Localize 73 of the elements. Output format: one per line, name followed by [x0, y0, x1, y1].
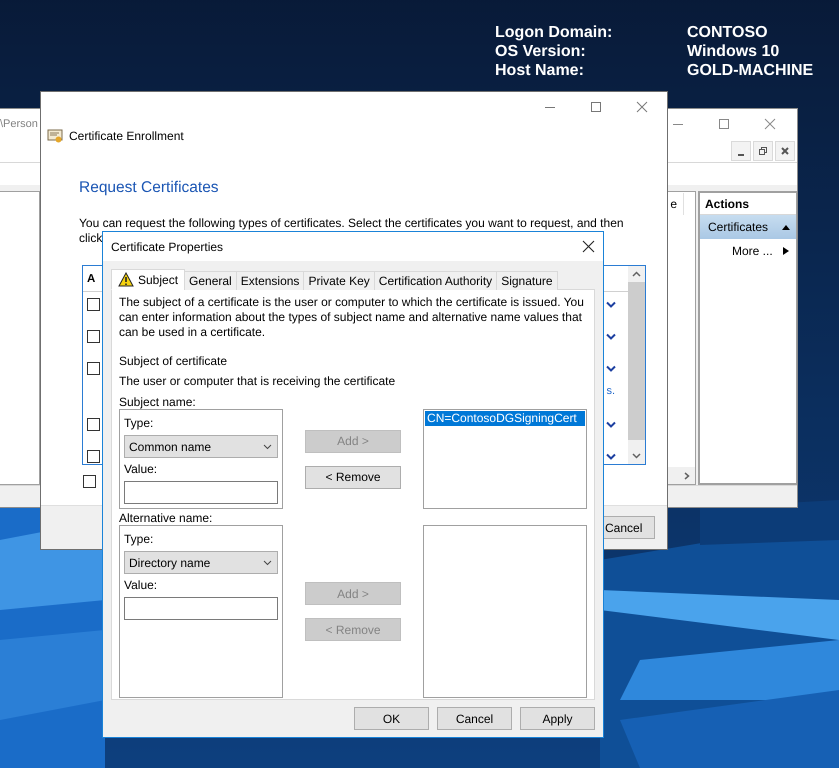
tab[interactable]: Private Key [303, 271, 375, 290]
checkbox[interactable] [87, 418, 100, 431]
field-label: Type: [124, 416, 154, 431]
tab[interactable]: General [184, 271, 237, 290]
checkbox[interactable] [87, 298, 100, 311]
minimize-button[interactable] [731, 140, 751, 160]
checkbox[interactable] [87, 362, 100, 375]
info-label: Logon Domain: [495, 23, 614, 42]
section-note: The user or computer that is receiving the certificate [119, 374, 396, 389]
group-title: Alternative name: [119, 511, 214, 525]
info-label: OS Version: [495, 42, 587, 61]
type-dropdown[interactable]: Common name [124, 435, 278, 458]
field-label: Type: [124, 532, 154, 547]
value-field[interactable] [124, 481, 278, 504]
tab[interactable]: Signature [496, 271, 558, 290]
chevron-down-icon[interactable] [606, 453, 616, 461]
value-field[interactable] [124, 597, 278, 620]
tab[interactable]: Extensions [236, 271, 304, 290]
maximize-icon[interactable] [718, 118, 730, 130]
tab[interactable]: Certification Authority [374, 271, 498, 290]
scroll-up-icon[interactable] [632, 271, 641, 277]
restore-button[interactable] [753, 140, 773, 160]
remove-button[interactable]: < Remove [305, 466, 402, 488]
submenu-triangle-icon [782, 247, 790, 255]
minimize-icon [738, 154, 744, 156]
caret-icon [263, 560, 272, 566]
window-title: \Person [0, 118, 39, 130]
info-value: Windows 10 [687, 42, 780, 61]
dialog-button[interactable]: Apply [520, 707, 595, 730]
action-item[interactable]: More ... [700, 239, 796, 263]
type-dropdown[interactable]: Directory name [124, 551, 278, 574]
action-item[interactable]: Certificates [700, 215, 796, 239]
description-text: The subject of a certificate is the user or computer to which the certificate is issued. You can enter information about the types of subject name and alternative name values that can be used in a certificate. [119, 295, 585, 340]
values-list[interactable] [423, 525, 587, 698]
window-title: Certificate Enrollment [69, 129, 184, 143]
tab[interactable]: Subject [111, 269, 186, 290]
chevron-down-icon[interactable] [606, 333, 616, 341]
checkbox[interactable] [87, 450, 100, 463]
info-label: Host Name: [495, 61, 585, 80]
dialog-button[interactable]: Cancel [437, 707, 512, 730]
chevron-down-icon[interactable] [606, 421, 616, 429]
close-icon[interactable] [582, 240, 595, 253]
restore-icon [758, 146, 768, 156]
caret-icon [263, 444, 272, 450]
scroll-right-icon[interactable] [683, 472, 691, 480]
certificate-icon [47, 128, 63, 144]
dialog-title: Certificate Properties [111, 240, 224, 254]
scroll-down-icon[interactable] [632, 453, 641, 459]
values-list[interactable]: CN=ContosoDGSigningCert [423, 409, 587, 509]
info-value: CONTOSO [687, 23, 769, 42]
info-value: GOLD-MACHINE [687, 61, 814, 80]
maximize-icon[interactable] [590, 101, 602, 113]
chevron-down-icon[interactable] [606, 301, 616, 309]
checkbox[interactable] [83, 474, 96, 488]
page-heading: Request Certificates [79, 178, 220, 198]
field-label: Value: [124, 578, 158, 593]
section-heading: Subject of certificate [119, 354, 228, 369]
scrollbar[interactable] [628, 266, 645, 464]
instruction-text: You can request the following types of certificates. Select the certificates you want to request, and then [79, 216, 625, 231]
column-header: A [87, 272, 96, 284]
column-header[interactable]: e [670, 193, 684, 215]
checkbox[interactable] [87, 330, 100, 343]
field-label: Value: [124, 462, 158, 477]
collapse-triangle-icon [782, 223, 790, 231]
close-icon [780, 146, 790, 156]
list-item[interactable]: CN=ContosoDGSigningCert [425, 411, 585, 426]
cancel-button[interactable]: Cancel [603, 516, 655, 539]
chevron-down-icon[interactable] [606, 365, 616, 373]
group-title: Subject name: [119, 395, 197, 409]
close-button[interactable] [775, 140, 795, 160]
dialog-button[interactable]: OK [354, 707, 429, 730]
details-link[interactable]: s. [606, 385, 615, 397]
instruction-text: click [79, 231, 104, 246]
